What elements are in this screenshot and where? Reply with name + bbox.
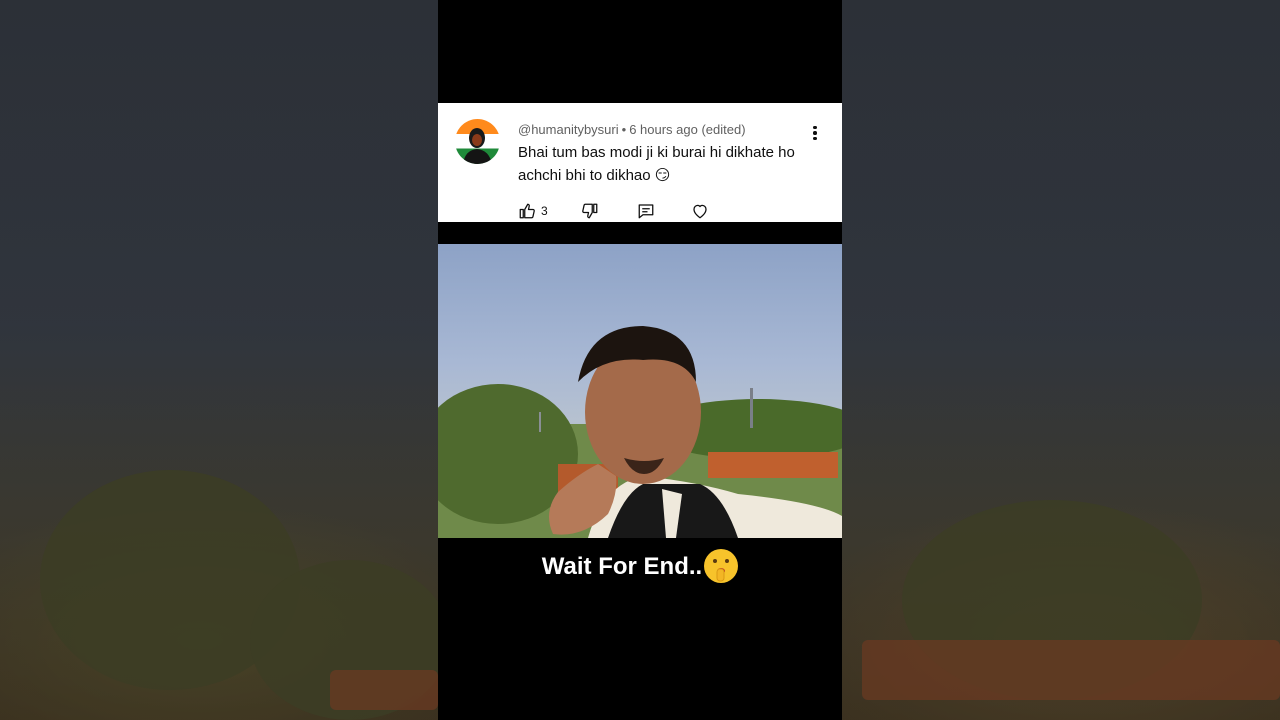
meta-separator: • bbox=[621, 122, 627, 137]
comment-card: @humanitybysuri • 6 hours ago (edited) Bha… bbox=[438, 103, 842, 222]
more-vert-icon[interactable] bbox=[806, 123, 824, 143]
comment-username[interactable]: @humanitybysuri bbox=[518, 122, 619, 137]
shushing-face-emoji-icon bbox=[704, 548, 739, 583]
like-button[interactable]: 3 bbox=[518, 201, 548, 221]
reply-button[interactable] bbox=[637, 201, 655, 221]
video-scene bbox=[438, 326, 842, 538]
comment-actions: 3 bbox=[518, 201, 818, 221]
heart-icon bbox=[693, 204, 707, 219]
video-frame[interactable] bbox=[438, 244, 842, 538]
comment-body: Bhai tum bas modi ji ki burai hi dikhate… bbox=[518, 141, 818, 187]
smirk-emoji: 😏 bbox=[654, 167, 671, 184]
background-roof bbox=[330, 670, 438, 710]
shorts-video-player[interactable]: @humanitybysuri • 6 hours ago (edited) Bha… bbox=[438, 0, 842, 720]
reply-comment-icon bbox=[638, 204, 654, 219]
avatar-silhouette-icon bbox=[463, 128, 492, 164]
heart-button[interactable] bbox=[691, 201, 709, 221]
thumb-down-icon bbox=[582, 203, 598, 219]
background-right bbox=[842, 0, 1280, 720]
avatar[interactable] bbox=[455, 119, 500, 164]
like-count: 3 bbox=[541, 204, 548, 218]
comment-header: @humanitybysuri • 6 hours ago (edited) bbox=[518, 122, 746, 137]
comment-timestamp: 6 hours ago (edited) bbox=[629, 122, 746, 137]
thumb-up-icon bbox=[519, 203, 535, 219]
caption-text: Wait For End.. bbox=[541, 553, 703, 580]
background-roof bbox=[862, 640, 1280, 700]
background-left bbox=[0, 0, 450, 720]
video-caption: Wait For End.. bbox=[438, 548, 842, 585]
dislike-button[interactable] bbox=[581, 201, 599, 221]
